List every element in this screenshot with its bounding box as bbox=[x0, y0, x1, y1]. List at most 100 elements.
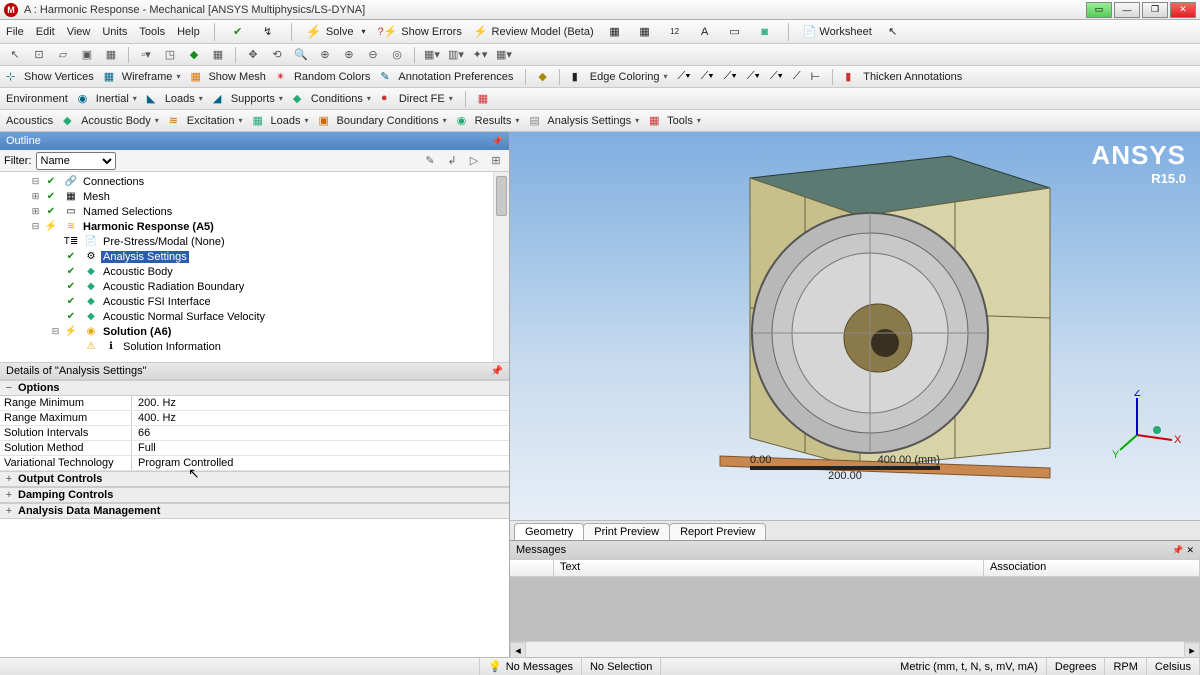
close-button[interactable]: ✕ bbox=[1170, 2, 1196, 18]
col-text[interactable]: Text bbox=[554, 560, 984, 576]
details-cat-output[interactable]: +Output Controls bbox=[0, 471, 509, 487]
menu-units[interactable]: Units bbox=[102, 26, 127, 38]
tree-node-acoustic-body[interactable]: ✔◆Acoustic Body bbox=[2, 264, 507, 279]
tab-geometry[interactable]: Geometry bbox=[514, 523, 584, 540]
supports-button[interactable]: ◢Supports bbox=[213, 92, 283, 106]
tree-node-prestress[interactable]: T≣📄Pre-Stress/Modal (None) bbox=[2, 234, 507, 249]
worksheet-button[interactable]: 📄 Worksheet bbox=[803, 25, 872, 38]
minimize-button[interactable]: — bbox=[1114, 2, 1140, 18]
results-button[interactable]: ◉Results bbox=[457, 114, 520, 128]
filter-select[interactable]: Name bbox=[36, 152, 116, 170]
prop-method[interactable]: Solution MethodFull bbox=[0, 441, 509, 456]
directfe-button[interactable]: ●Direct FE bbox=[381, 92, 453, 106]
select-mode-box-icon[interactable]: ◳ bbox=[161, 46, 179, 64]
pointer-icon[interactable]: ↖ bbox=[884, 23, 902, 41]
select-face-icon[interactable]: ▣ bbox=[78, 46, 96, 64]
axis-triad[interactable]: X Y Z bbox=[1112, 390, 1182, 460]
edge-style-4-icon[interactable]: ⟋▾ bbox=[747, 70, 760, 83]
details-cat-damping[interactable]: +Damping Controls bbox=[0, 487, 509, 503]
camera-icon[interactable]: ◙ bbox=[756, 23, 774, 41]
ribbon-collapse-button[interactable]: ▭ bbox=[1086, 2, 1112, 18]
menu-file[interactable]: File bbox=[6, 26, 24, 38]
stop-icon[interactable]: ↯ bbox=[259, 23, 277, 41]
select-mode-single-icon[interactable]: ▫▾ bbox=[137, 46, 155, 64]
tab-report-preview[interactable]: Report Preview bbox=[669, 523, 766, 540]
tree-node-analysis-settings[interactable]: ✔⚙Analysis Settings bbox=[2, 249, 507, 264]
thicken-annotations-button[interactable]: ▮Thicken Annotations bbox=[845, 70, 962, 84]
prop-vartech[interactable]: Variational TechnologyProgram Controlled bbox=[0, 456, 509, 471]
zoom-in-icon[interactable]: ⊕ bbox=[340, 46, 358, 64]
tree-node-solution-info[interactable]: ⚠ℹSolution Information bbox=[2, 339, 507, 354]
details-cat-options[interactable]: −Options bbox=[0, 380, 509, 396]
script-icon[interactable]: ▦ bbox=[478, 92, 488, 105]
col-association[interactable]: Association bbox=[984, 560, 1200, 576]
zoom-fit-icon[interactable]: ⊕ bbox=[316, 46, 334, 64]
prop-range-max[interactable]: Range Maximum400. Hz bbox=[0, 411, 509, 426]
maximize-button[interactable]: ❐ bbox=[1142, 2, 1168, 18]
menu-edit[interactable]: Edit bbox=[36, 26, 55, 38]
tree-node-named-selections[interactable]: ⊞✔▭Named Selections bbox=[2, 204, 507, 219]
view-mode-icon[interactable]: ▦▾ bbox=[423, 46, 441, 64]
tab-print-preview[interactable]: Print Preview bbox=[583, 523, 670, 540]
edge-coloring-button[interactable]: ▮Edge Coloring bbox=[572, 70, 668, 84]
review-model-button[interactable]: ⚡Review Model (Beta) bbox=[474, 25, 594, 38]
filter-apply-icon[interactable]: ✎ bbox=[421, 152, 439, 170]
inertial-button[interactable]: ◉Inertial bbox=[78, 92, 137, 106]
select-body-icon[interactable]: ▦ bbox=[102, 46, 120, 64]
details-cat-adm[interactable]: +Analysis Data Management bbox=[0, 503, 509, 519]
select-node-icon[interactable]: ◆ bbox=[185, 46, 203, 64]
cube-icon[interactable]: ◆ bbox=[538, 70, 546, 83]
annotation-prefs-button[interactable]: ✎Annotation Preferences bbox=[380, 70, 513, 84]
select-tool-icon[interactable]: ▭ bbox=[726, 23, 744, 41]
section-icon[interactable]: ▥▾ bbox=[447, 46, 465, 64]
conditions-button[interactable]: ◆Conditions bbox=[293, 92, 371, 106]
tree-node-fsi[interactable]: ✔◆Acoustic FSI Interface bbox=[2, 294, 507, 309]
prop-range-min[interactable]: Range Minimum200. Hz bbox=[0, 396, 509, 411]
select-vertex-icon[interactable]: ⊡ bbox=[30, 46, 48, 64]
random-colors-button[interactable]: ✴Random Colors bbox=[276, 70, 370, 84]
preferences-icon[interactable]: ▦▾ bbox=[495, 46, 513, 64]
ruler-icon[interactable]: ⊢ bbox=[811, 70, 821, 83]
acoustics-tools-button[interactable]: ▦Tools bbox=[649, 114, 701, 128]
tree-node-normal-velocity[interactable]: ✔◆Acoustic Normal Surface Velocity bbox=[2, 309, 507, 324]
tree-node-solution[interactable]: ⊟⚡◉Solution (A6) bbox=[2, 324, 507, 339]
show-errors-button[interactable]: ?⚡Show Errors bbox=[377, 25, 461, 38]
tree-node-radiation-boundary[interactable]: ✔◆Acoustic Radiation Boundary bbox=[2, 279, 507, 294]
filter-next-icon[interactable]: ▷ bbox=[465, 152, 483, 170]
outline-tree[interactable]: ⊟✔🔗Connections ⊞✔▦Mesh ⊞✔▭Named Selectio… bbox=[0, 172, 509, 362]
edge-style-2-icon[interactable]: ⟋▾ bbox=[701, 70, 714, 83]
messages-hscrollbar[interactable]: ◂▸ bbox=[510, 641, 1200, 657]
boundary-conditions-button[interactable]: ▣Boundary Conditions bbox=[319, 114, 447, 128]
rotate-icon[interactable]: ⟲ bbox=[268, 46, 286, 64]
edge-style-6-icon[interactable]: ⟋ bbox=[793, 70, 801, 83]
messages-close-icon[interactable]: ✕ bbox=[1186, 545, 1194, 555]
solve-button[interactable]: ⚡Solve▾ bbox=[306, 24, 366, 40]
status-units[interactable]: Metric (mm, t, N, s, mV, mA) bbox=[892, 658, 1047, 675]
menu-tools[interactable]: Tools bbox=[139, 26, 165, 38]
tool-icon-2[interactable]: ▦ bbox=[636, 23, 654, 41]
show-mesh-button[interactable]: ▦Show Mesh bbox=[190, 70, 265, 84]
pan-icon[interactable]: ✥ bbox=[244, 46, 262, 64]
messages-pin-icon[interactable]: 📌 bbox=[1172, 545, 1183, 555]
loads-button[interactable]: ◣Loads bbox=[147, 92, 203, 106]
refresh-icon[interactable]: ✔ bbox=[229, 23, 247, 41]
expand-all-icon[interactable]: ⊞ bbox=[487, 152, 505, 170]
wireframe-button[interactable]: ▦Wireframe bbox=[104, 70, 181, 84]
look-at-icon[interactable]: ◎ bbox=[388, 46, 406, 64]
edge-style-1-icon[interactable]: ⟋▾ bbox=[678, 70, 691, 83]
edge-style-3-icon[interactable]: ⟋▾ bbox=[724, 70, 737, 83]
explode-icon[interactable]: ✦▾ bbox=[471, 46, 489, 64]
zoom-out-icon[interactable]: ⊖ bbox=[364, 46, 382, 64]
tree-node-mesh[interactable]: ⊞✔▦Mesh bbox=[2, 189, 507, 204]
filter-clear-icon[interactable]: ↲ bbox=[443, 152, 461, 170]
edge-style-5-icon[interactable]: ⟋▾ bbox=[770, 70, 783, 83]
select-element-icon[interactable]: ▦ bbox=[209, 46, 227, 64]
tool-icon-1[interactable]: ▦ bbox=[606, 23, 624, 41]
menu-view[interactable]: View bbox=[67, 26, 91, 38]
show-vertices-button[interactable]: ⊹Show Vertices bbox=[6, 70, 94, 84]
acoustics-loads-button[interactable]: ▦Loads bbox=[253, 114, 309, 128]
3d-viewport[interactable]: ANSYS R15.0 bbox=[510, 132, 1200, 520]
acoustic-body-button[interactable]: ◆Acoustic Body bbox=[63, 114, 159, 128]
tree-node-harmonic[interactable]: ⊟⚡≋Harmonic Response (A5) bbox=[2, 219, 507, 234]
details-pin-icon[interactable]: 📌 bbox=[491, 366, 503, 377]
